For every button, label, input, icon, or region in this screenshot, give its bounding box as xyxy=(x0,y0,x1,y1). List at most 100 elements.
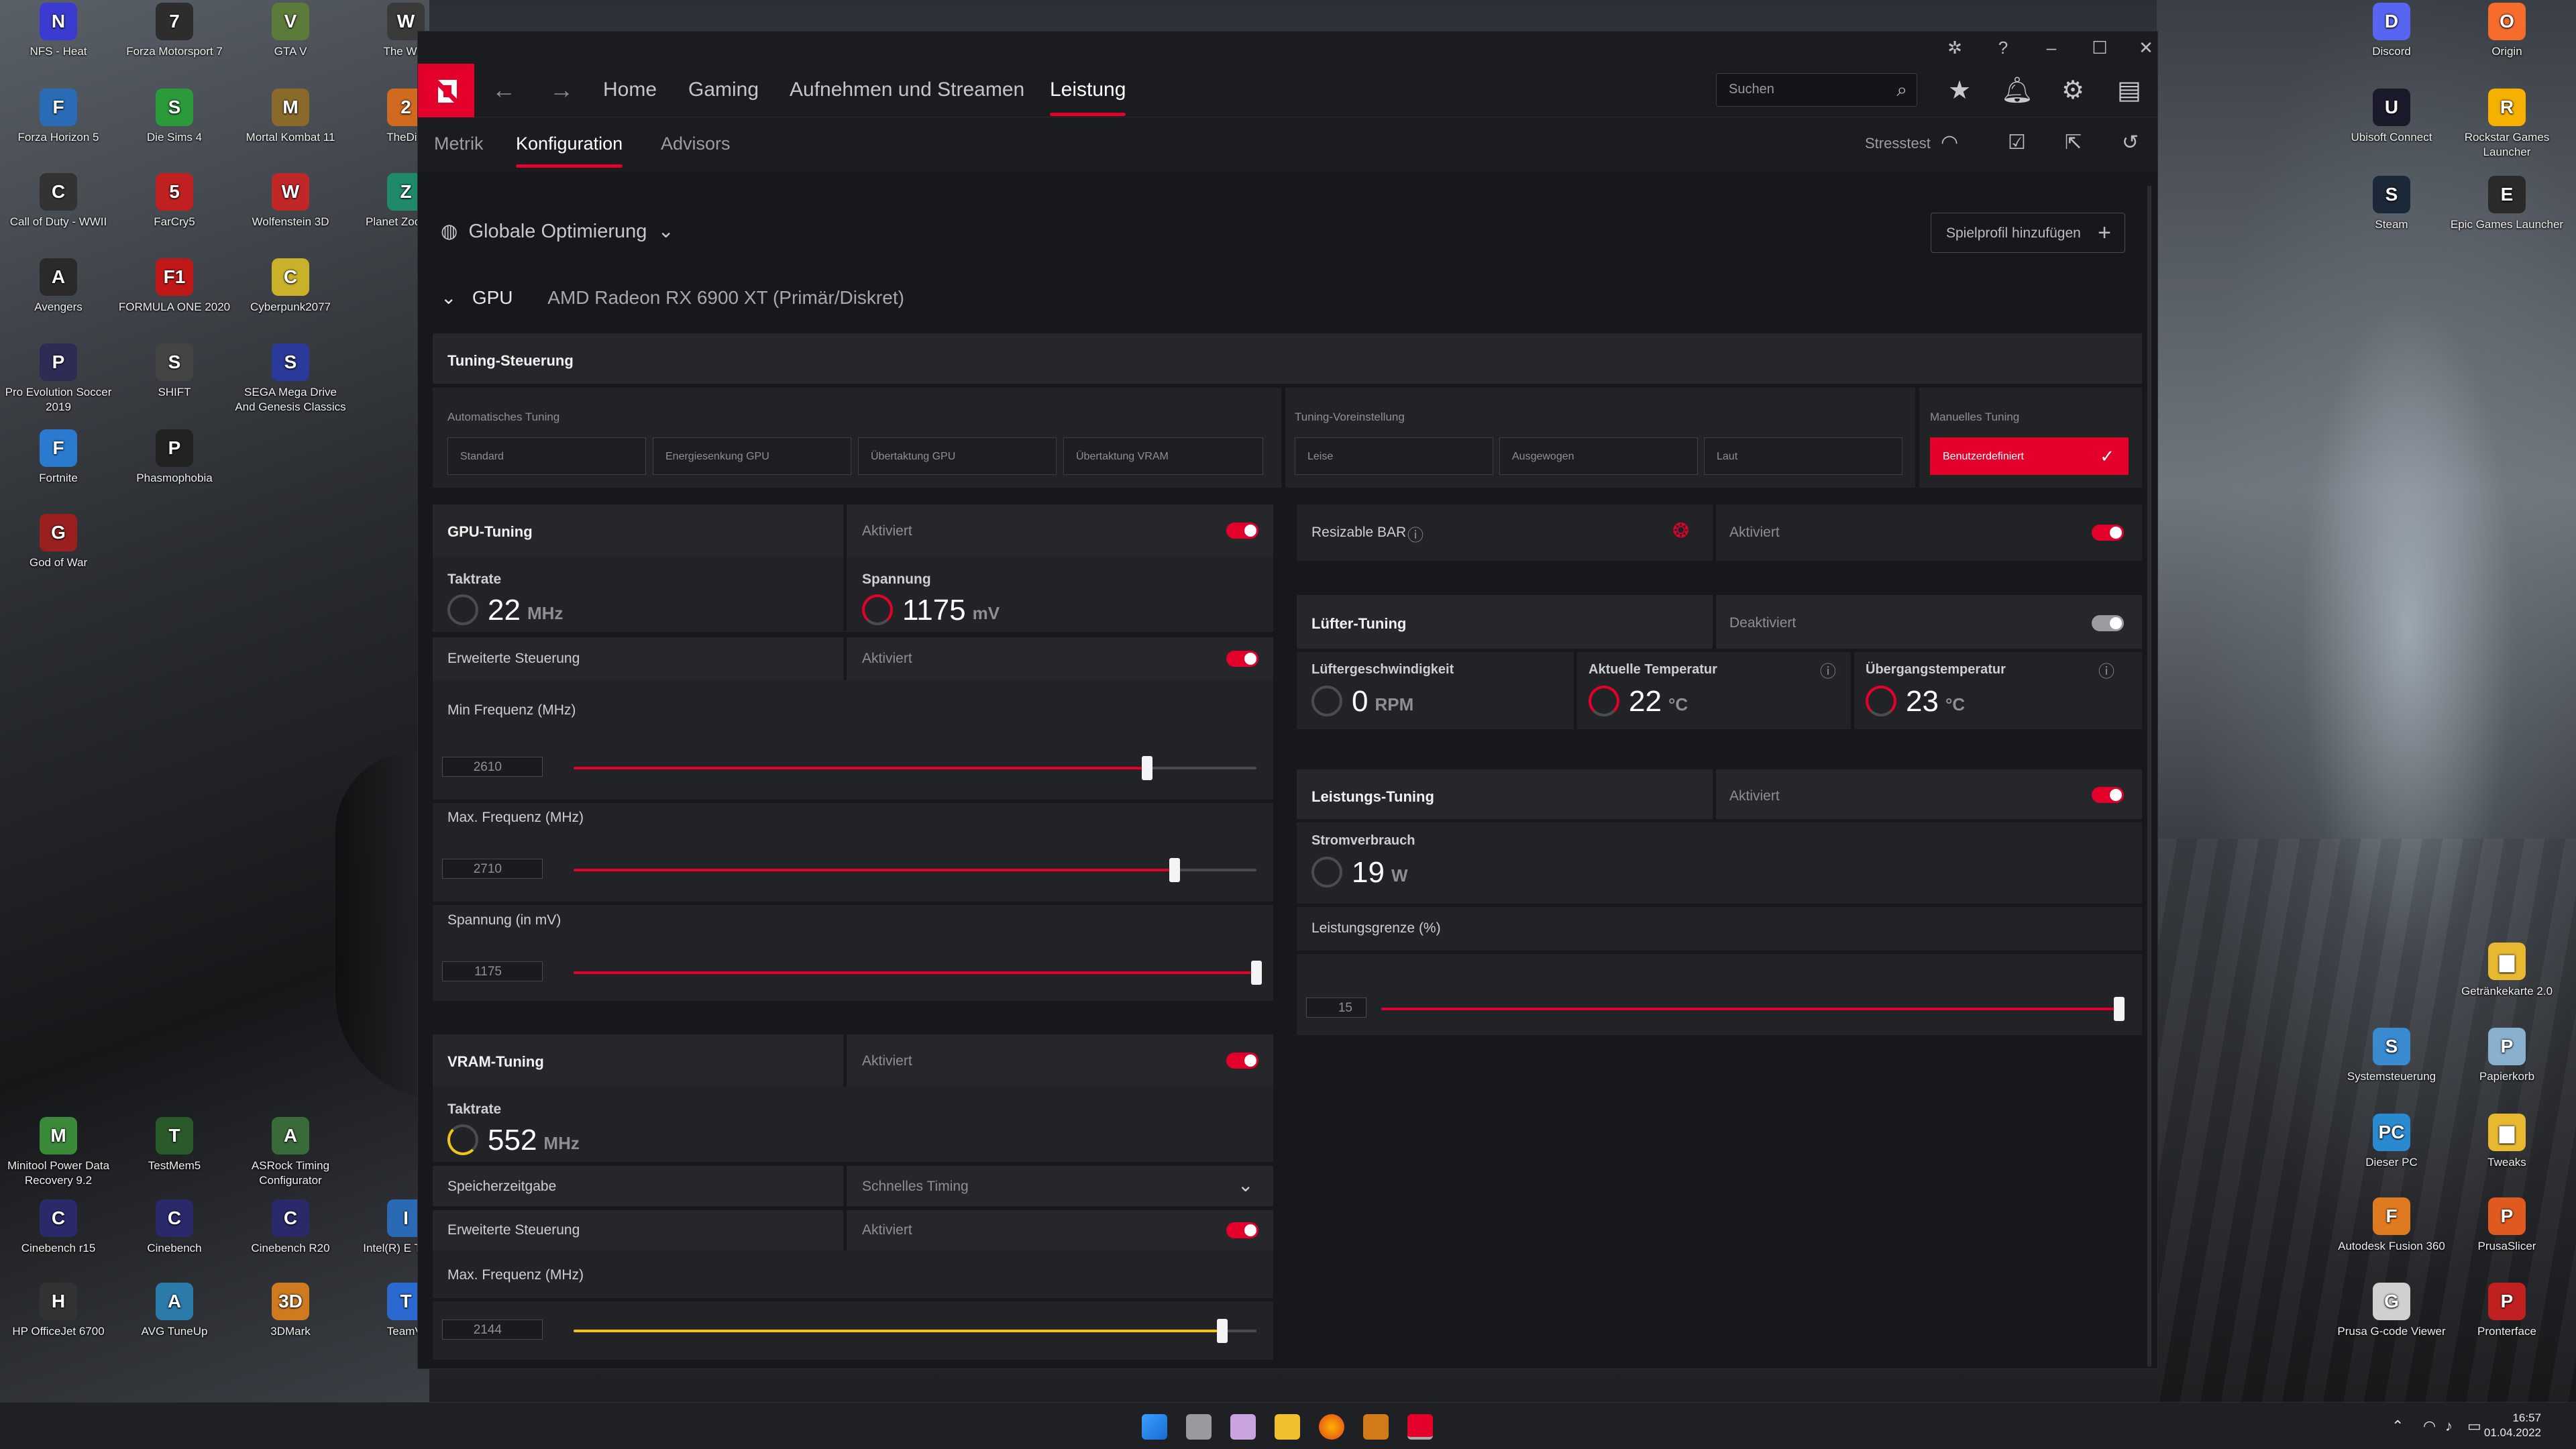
tab-advisors[interactable]: Advisors xyxy=(661,133,731,154)
gpu-section-header[interactable]: ⌄ GPU AMD Radeon RX 6900 XT (Primär/Disk… xyxy=(441,286,904,309)
desktop-icon[interactable]: F Fortnite xyxy=(1,429,115,486)
max-freq-input[interactable]: 2710 xyxy=(442,859,543,879)
desktop-icon[interactable]: G God of War xyxy=(1,514,115,570)
max-freq-slider-thumb[interactable] xyxy=(1169,858,1180,882)
gpu-tuning-toggle[interactable] xyxy=(1226,523,1258,539)
file-explorer-icon[interactable] xyxy=(1275,1414,1300,1440)
tab-performance[interactable]: Leistung xyxy=(1050,78,1126,116)
max-freq-slider[interactable] xyxy=(574,858,1256,882)
favorites-star-icon[interactable]: ★ xyxy=(1944,76,1975,105)
fan-tuning-toggle[interactable] xyxy=(2092,615,2124,631)
desktop-icon[interactable]: S Systemsteuerung xyxy=(2334,1028,2449,1084)
desktop-icon[interactable]: A Avengers xyxy=(1,258,115,315)
desktop-icon[interactable]: A ASRock Timing Configurator xyxy=(233,1117,347,1188)
tab-home[interactable]: Home xyxy=(603,78,657,101)
reset-icon[interactable]: ↺ xyxy=(2122,131,2139,154)
desktop-icon[interactable]: P Phasmophobia xyxy=(117,429,231,486)
desktop-icon[interactable]: P Pro Evolution Soccer 2019 xyxy=(1,343,115,415)
manual-custom-button[interactable]: Benutzerdefiniert ✓ xyxy=(1930,437,2129,475)
desktop-icon[interactable]: N NFS - Heat xyxy=(1,3,115,59)
start-button[interactable] xyxy=(1142,1414,1167,1440)
resizable-bar-toggle[interactable] xyxy=(2092,525,2124,541)
power-limit-input[interactable]: 15 xyxy=(1306,998,1366,1018)
min-freq-slider-thumb[interactable] xyxy=(1142,756,1153,780)
vram-max-freq-input[interactable]: 2144 xyxy=(442,1320,543,1340)
task-view-icon[interactable] xyxy=(1186,1414,1212,1440)
sublime-icon[interactable] xyxy=(1363,1414,1389,1440)
junction-temp-help-icon[interactable]: ⓘ xyxy=(2098,658,2114,682)
voltage-slider-thumb[interactable] xyxy=(1251,961,1262,985)
desktop-icon[interactable]: V GTA V xyxy=(233,3,347,59)
profile-selector[interactable]: ◍ Globale Optimierung ⌄ xyxy=(441,219,674,243)
desktop-icon[interactable]: A AVG TuneUp xyxy=(117,1283,231,1339)
vram-advanced-toggle[interactable] xyxy=(1226,1222,1258,1238)
desktop-icon[interactable]: ▆ Getränkekarte 2.0 xyxy=(2450,943,2564,999)
resizable-bar-help-icon[interactable]: ⓘ xyxy=(1407,522,1424,545)
min-freq-slider[interactable] xyxy=(574,756,1256,780)
clock[interactable]: 16:57 01.04.2022 xyxy=(2484,1411,2541,1440)
apply-icon[interactable]: ☑ xyxy=(2008,131,2026,154)
bug-icon[interactable]: ✲ xyxy=(1941,37,1968,58)
settings-gear-icon[interactable]: ⚙ xyxy=(2057,76,2088,105)
desktop-icon[interactable]: F1 FORMULA ONE 2020 xyxy=(117,258,231,315)
widgets-icon[interactable] xyxy=(1230,1414,1256,1440)
gpu-advanced-toggle[interactable] xyxy=(1226,651,1258,667)
forward-arrow-icon[interactable]: → xyxy=(549,76,574,104)
power-limit-slider-thumb[interactable] xyxy=(2114,997,2125,1021)
memory-timing-select[interactable]: Schnelles Timing xyxy=(862,1179,969,1195)
amd-taskbar-icon[interactable] xyxy=(1407,1414,1433,1440)
preset-balanced-button[interactable]: Ausgewogen xyxy=(1499,437,1698,475)
desktop-icon[interactable]: F Forza Horizon 5 xyxy=(1,89,115,145)
desktop-icon[interactable]: P PrusaSlicer xyxy=(2450,1197,2564,1254)
maximize-button[interactable]: ☐ xyxy=(2086,37,2113,58)
minimize-button[interactable]: – xyxy=(2038,37,2065,58)
timing-chevron-down-icon[interactable]: ⌄ xyxy=(1238,1174,1253,1196)
tuning-overclock-gpu-button[interactable]: Übertaktung GPU xyxy=(858,437,1057,475)
voltage-slider[interactable] xyxy=(574,961,1262,985)
desktop-icon[interactable]: R Rockstar Games Launcher xyxy=(2450,89,2564,160)
preset-quiet-button[interactable]: Leise xyxy=(1295,437,1493,475)
desktop-icon[interactable]: S SHIFT xyxy=(117,343,231,400)
desktop-icon[interactable]: P Pronterface xyxy=(2450,1283,2564,1339)
desktop-icon[interactable]: C Cinebench r15 xyxy=(1,1199,115,1256)
power-tuning-toggle[interactable] xyxy=(2092,787,2124,803)
desktop-icon[interactable]: H HP OfficeJet 6700 xyxy=(1,1283,115,1339)
desktop-icon[interactable]: P Papierkorb xyxy=(2450,1028,2564,1084)
tuning-standard-button[interactable]: Standard xyxy=(447,437,646,475)
desktop-icon[interactable]: F Autodesk Fusion 360 xyxy=(2334,1197,2449,1254)
desktop-icon[interactable]: G Prusa G-code Viewer xyxy=(2334,1283,2449,1339)
desktop-icon[interactable]: PC Dieser PC xyxy=(2334,1114,2449,1170)
scrollbar[interactable] xyxy=(2147,186,2151,1366)
layout-icon[interactable]: ▤ xyxy=(2114,76,2145,105)
speaker-icon[interactable]: ♪ xyxy=(2445,1417,2453,1435)
tab-gaming[interactable]: Gaming xyxy=(688,78,759,101)
close-button[interactable]: ✕ xyxy=(2133,37,2157,58)
tab-metrics[interactable]: Metrik xyxy=(434,133,484,154)
desktop-icon[interactable]: W Wolfenstein 3D xyxy=(233,173,347,229)
tab-configuration[interactable]: Konfiguration xyxy=(516,133,623,168)
stresstest-label[interactable]: Stresstest xyxy=(1865,135,1931,152)
desktop-icon[interactable]: 3D 3DMark xyxy=(233,1283,347,1339)
notifications-bell-icon[interactable]: 🔔︎ xyxy=(2001,76,2033,105)
desktop-icon[interactable]: C Call of Duty - WWII xyxy=(1,173,115,229)
stresstest-gauge-icon[interactable]: ◠ xyxy=(1941,131,1958,154)
current-temp-help-icon[interactable]: ⓘ xyxy=(1820,658,1836,682)
desktop-icon[interactable]: S Steam xyxy=(2334,176,2449,232)
add-game-profile-button[interactable]: Spielprofil hinzufügen + xyxy=(1931,213,2125,253)
desktop-icon[interactable]: 7 Forza Motorsport 7 xyxy=(117,3,231,59)
desktop-icon[interactable]: T TestMem5 xyxy=(117,1117,231,1173)
vram-max-freq-slider[interactable] xyxy=(574,1319,1256,1343)
desktop-icon[interactable]: O Origin xyxy=(2450,3,2564,59)
back-arrow-icon[interactable]: ← xyxy=(492,76,516,104)
desktop-icon[interactable]: C Cinebench R20 xyxy=(233,1199,347,1256)
desktop-icon[interactable]: ▆ Tweaks xyxy=(2450,1114,2564,1170)
vram-max-freq-slider-thumb[interactable] xyxy=(1217,1319,1228,1343)
preset-loud-button[interactable]: Laut xyxy=(1704,437,1902,475)
power-limit-slider[interactable] xyxy=(1381,997,2125,1021)
export-icon[interactable]: ⇱ xyxy=(2065,131,2082,154)
tuning-overclock-vram-button[interactable]: Übertaktung VRAM xyxy=(1063,437,1263,475)
desktop-icon[interactable]: U Ubisoft Connect xyxy=(2334,89,2449,145)
desktop-icon[interactable]: S Die Sims 4 xyxy=(117,89,231,145)
chevron-up-icon[interactable]: ⌃ xyxy=(2392,1417,2404,1435)
min-freq-input[interactable]: 2610 xyxy=(442,757,543,777)
